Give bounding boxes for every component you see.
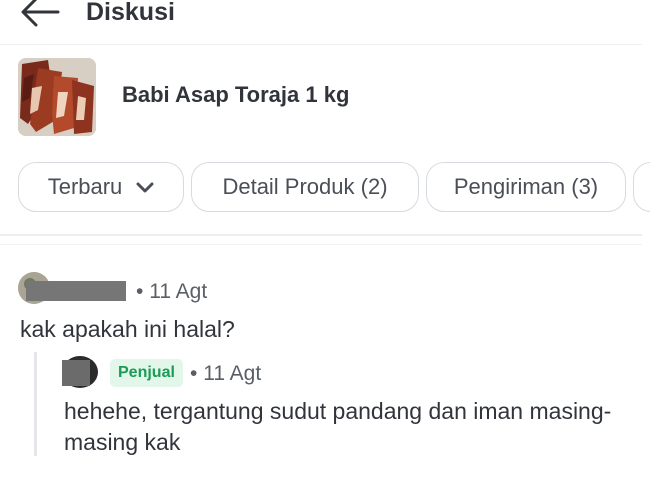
- date-text: 11 Agt: [149, 280, 208, 303]
- app-header: Diskusi: [0, 0, 650, 40]
- page-title: Diskusi: [86, 0, 175, 26]
- product-summary[interactable]: Babi Asap Toraja 1 kg: [18, 58, 638, 140]
- reply-thread-line: [34, 352, 37, 456]
- filter-bar: Terbaru Detail Produk (2) Pengiriman (3): [18, 162, 650, 216]
- question-date: • 11 Agt: [136, 280, 207, 304]
- filter-chip-label: Pengiriman (3): [453, 174, 599, 199]
- sort-dropdown[interactable]: Terbaru: [18, 162, 184, 212]
- date-text: 11 Agt: [203, 362, 262, 385]
- divider: [0, 244, 642, 245]
- arrow-left-icon: [21, 0, 60, 27]
- product-image: [18, 58, 96, 136]
- filter-chip-label: Detail Produk (2): [222, 174, 388, 199]
- chevron-down-icon: [136, 174, 154, 200]
- reply-date: • 11 Agt: [190, 362, 261, 386]
- redacted-seller-name: [62, 360, 90, 386]
- dot-separator: •: [190, 362, 198, 385]
- product-name: Babi Asap Toraja 1 kg: [122, 82, 350, 107]
- sort-label: Terbaru: [47, 174, 123, 199]
- dot-separator: •: [136, 280, 144, 303]
- reply-text: hehehe, tergantung sudut pandang dan ima…: [64, 398, 612, 455]
- filter-chip-partial[interactable]: [633, 162, 650, 212]
- seller-badge: Penjual: [110, 359, 183, 387]
- question-text: kak apakah ini halal?: [20, 316, 235, 342]
- filter-chip-pengiriman[interactable]: Pengiriman (3): [426, 162, 626, 212]
- back-button[interactable]: [18, 0, 62, 30]
- divider: [0, 44, 642, 45]
- product-thumbnail: [18, 58, 96, 136]
- redacted-username: [26, 281, 126, 301]
- divider: [0, 234, 642, 236]
- filter-chip-detail-produk[interactable]: Detail Produk (2): [191, 162, 419, 212]
